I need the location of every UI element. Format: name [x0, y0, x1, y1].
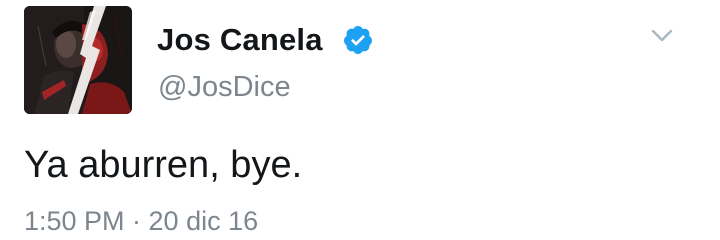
tweet-timestamp[interactable]: 1:50 PM · 20 dic 16: [24, 205, 258, 237]
chevron-down-icon: [651, 29, 673, 42]
more-options-button[interactable]: [645, 22, 679, 50]
username[interactable]: @JosDice: [158, 70, 291, 104]
tweet-text: Ya aburren, bye.: [24, 144, 303, 186]
tweet-card: Jos Canela @JosDice Ya aburren, bye. 1:5…: [0, 0, 720, 240]
verified-badge-icon: [343, 26, 372, 54]
display-name[interactable]: Jos Canela: [157, 22, 323, 58]
avatar[interactable]: [24, 6, 132, 114]
avatar-image: [24, 6, 132, 114]
